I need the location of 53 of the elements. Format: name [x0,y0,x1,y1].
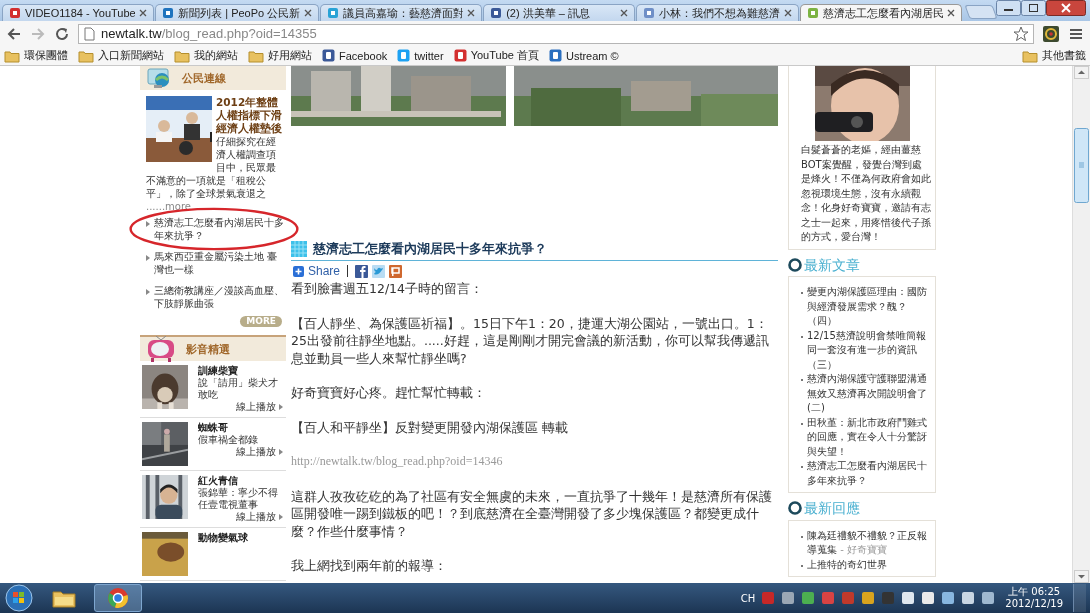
comment-link[interactable]: 上推特的奇幻世界 [807,557,887,572]
section-heading: 最新文章 [804,257,860,272]
article-paragraph: 這群人孜孜矻矻的為了社區有安全無虞的未來，一直抗爭了十幾年！是慈濟所有保護區開發唯一踢到鐵板的吧！？到底慈濟在全臺灣開發了多少塊保護區？都變更成什麼？作些什麼事情？ [291,487,773,540]
play-link[interactable]: 線上播放 [236,401,276,413]
video-title[interactable]: 動物變氣球 [198,532,286,544]
article-paragraph: 好奇寶寶好心疼。趕忙幫忙轉載： [291,384,487,402]
article-paragraph: 【百人和平靜坐】反對變更開發內湖保護區 轉載 [291,418,569,436]
video-title[interactable]: 訓練柴寶 [198,365,286,377]
article-title: 慈濟志工怎麼看內湖居民十多年來抗爭？ [313,240,547,258]
browser-tab[interactable]: 新聞列表 | PeoPo 公民新 [155,4,319,21]
section-heading: 最新回應 [804,501,860,516]
article-link[interactable]: 慈濟內湖保護守護聯盟溝通無效又慈濟再次開說明會了(二) [807,372,929,416]
video-description: 張錦華：寧少不得任壹電視董事 [198,487,279,511]
bookmark[interactable]: Facebook [322,49,388,62]
section-heading: 影音精選 [186,342,230,356]
article-summary: 仔細探究在經濟人權調查項目中，民眾最不滿意的一項就是「租稅公平」，除了全球景氣衰退之 [146,136,276,199]
browser-tab[interactable]: VIDEO1184 - YouTube [2,4,155,21]
article-link[interactable]: 慈濟志工怎麼看內湖居民十多年來抗爭？ [807,459,929,488]
article-link[interactable]: 田秋堇：新北市政府鬥雞式的回應，實在令人十分驚訝與失望！ [807,415,929,459]
bookmark[interactable]: 我的網站 [174,48,238,63]
browser-tab[interactable]: 議員高嘉瑜：藝慈濟面對 [319,4,483,21]
browser-tab[interactable]: 小林：我們不想為難慈濟 [636,4,799,21]
video-title[interactable]: 紅火青信 [198,475,286,487]
article-link[interactable]: 變更內湖保護區理由：國防與經濟發展需求？醜？（四） [807,285,929,329]
article-link[interactable]: 12/15慈濟說明會禁唯簡報同一套沒有進一步的資訊（三） [807,328,929,372]
section-heading: 公民連線 [182,71,226,85]
article-paragraph: 我上網找到兩年前的報導： [291,557,448,575]
article-title[interactable]: 2012年整體人權指標下滑經濟人權墊後 [146,96,284,135]
browser-tab[interactable]: 慈濟志工怎麼看內湖居民 [799,4,963,21]
bookmark[interactable]: twitter [397,49,444,62]
play-link[interactable]: 線上播放 [236,511,276,523]
bookmark[interactable]: 好用網站 [248,48,312,63]
video-description: 假車禍全都錄 [198,434,259,446]
article-paragraph: 看到臉書週五12/14子時的留言： [291,280,485,298]
share-button[interactable]: Share [293,264,341,278]
more-link[interactable]: ......more [146,200,284,213]
article-paragraph: 【百人靜坐、為保護區祈福】。15日下午1：20，捷運大湖公園站，一號出口。1：25出發前往靜坐地點。.....好趕，這是剛剛才開完會議的新活動，你可以幫我傳遞訊息並動員一些人來幫忙靜坐嗎? [291,314,770,367]
article-link[interactable]: 馬來西亞重金屬污染土地 臺灣也一樣 [154,250,286,276]
comment-link[interactable]: 陳為廷禮貌不禮貌？正反報導蒐集 - 好奇寶寶 [807,528,929,558]
play-link[interactable]: 線上播放 [236,446,276,458]
video-description: 說「請用」柴犬才敢吃 [198,377,279,401]
clock[interactable]: 上午 06:25 2012/12/19 [1001,586,1067,610]
bookmark[interactable]: 入口新聞網站 [78,48,164,63]
bookmark[interactable]: Ustream © [548,49,619,62]
language-indicator[interactable]: CH [740,592,756,604]
bookmark[interactable]: YouTube 首頁 [453,48,539,63]
address-field[interactable]: newtalk.tw/blog_read.php?oid=14355 [78,23,1034,44]
profile-description: 白髮蒼蒼的老嫗，經由薑慈BOT案覺醒，發覺台灣到處是烽火！不僅為何政府會如此忽視環境生態，沒有永續觀念！化身好奇寶寶，邀請有志之士一起來，用疼惜後代子孫的方式，愛台灣！ [801,143,931,244]
browser-tab[interactable]: (2) 洪美華 – 訊息 [483,4,636,21]
video-title[interactable]: 蜘蛛哥 [198,422,286,434]
article-link[interactable]: 三總衛教講座／漫談高血壓、下肢靜脈曲張 [154,284,286,310]
bookmark[interactable]: 其他書籤 [1022,48,1086,63]
bookmark[interactable]: 環保團體 [4,48,68,63]
